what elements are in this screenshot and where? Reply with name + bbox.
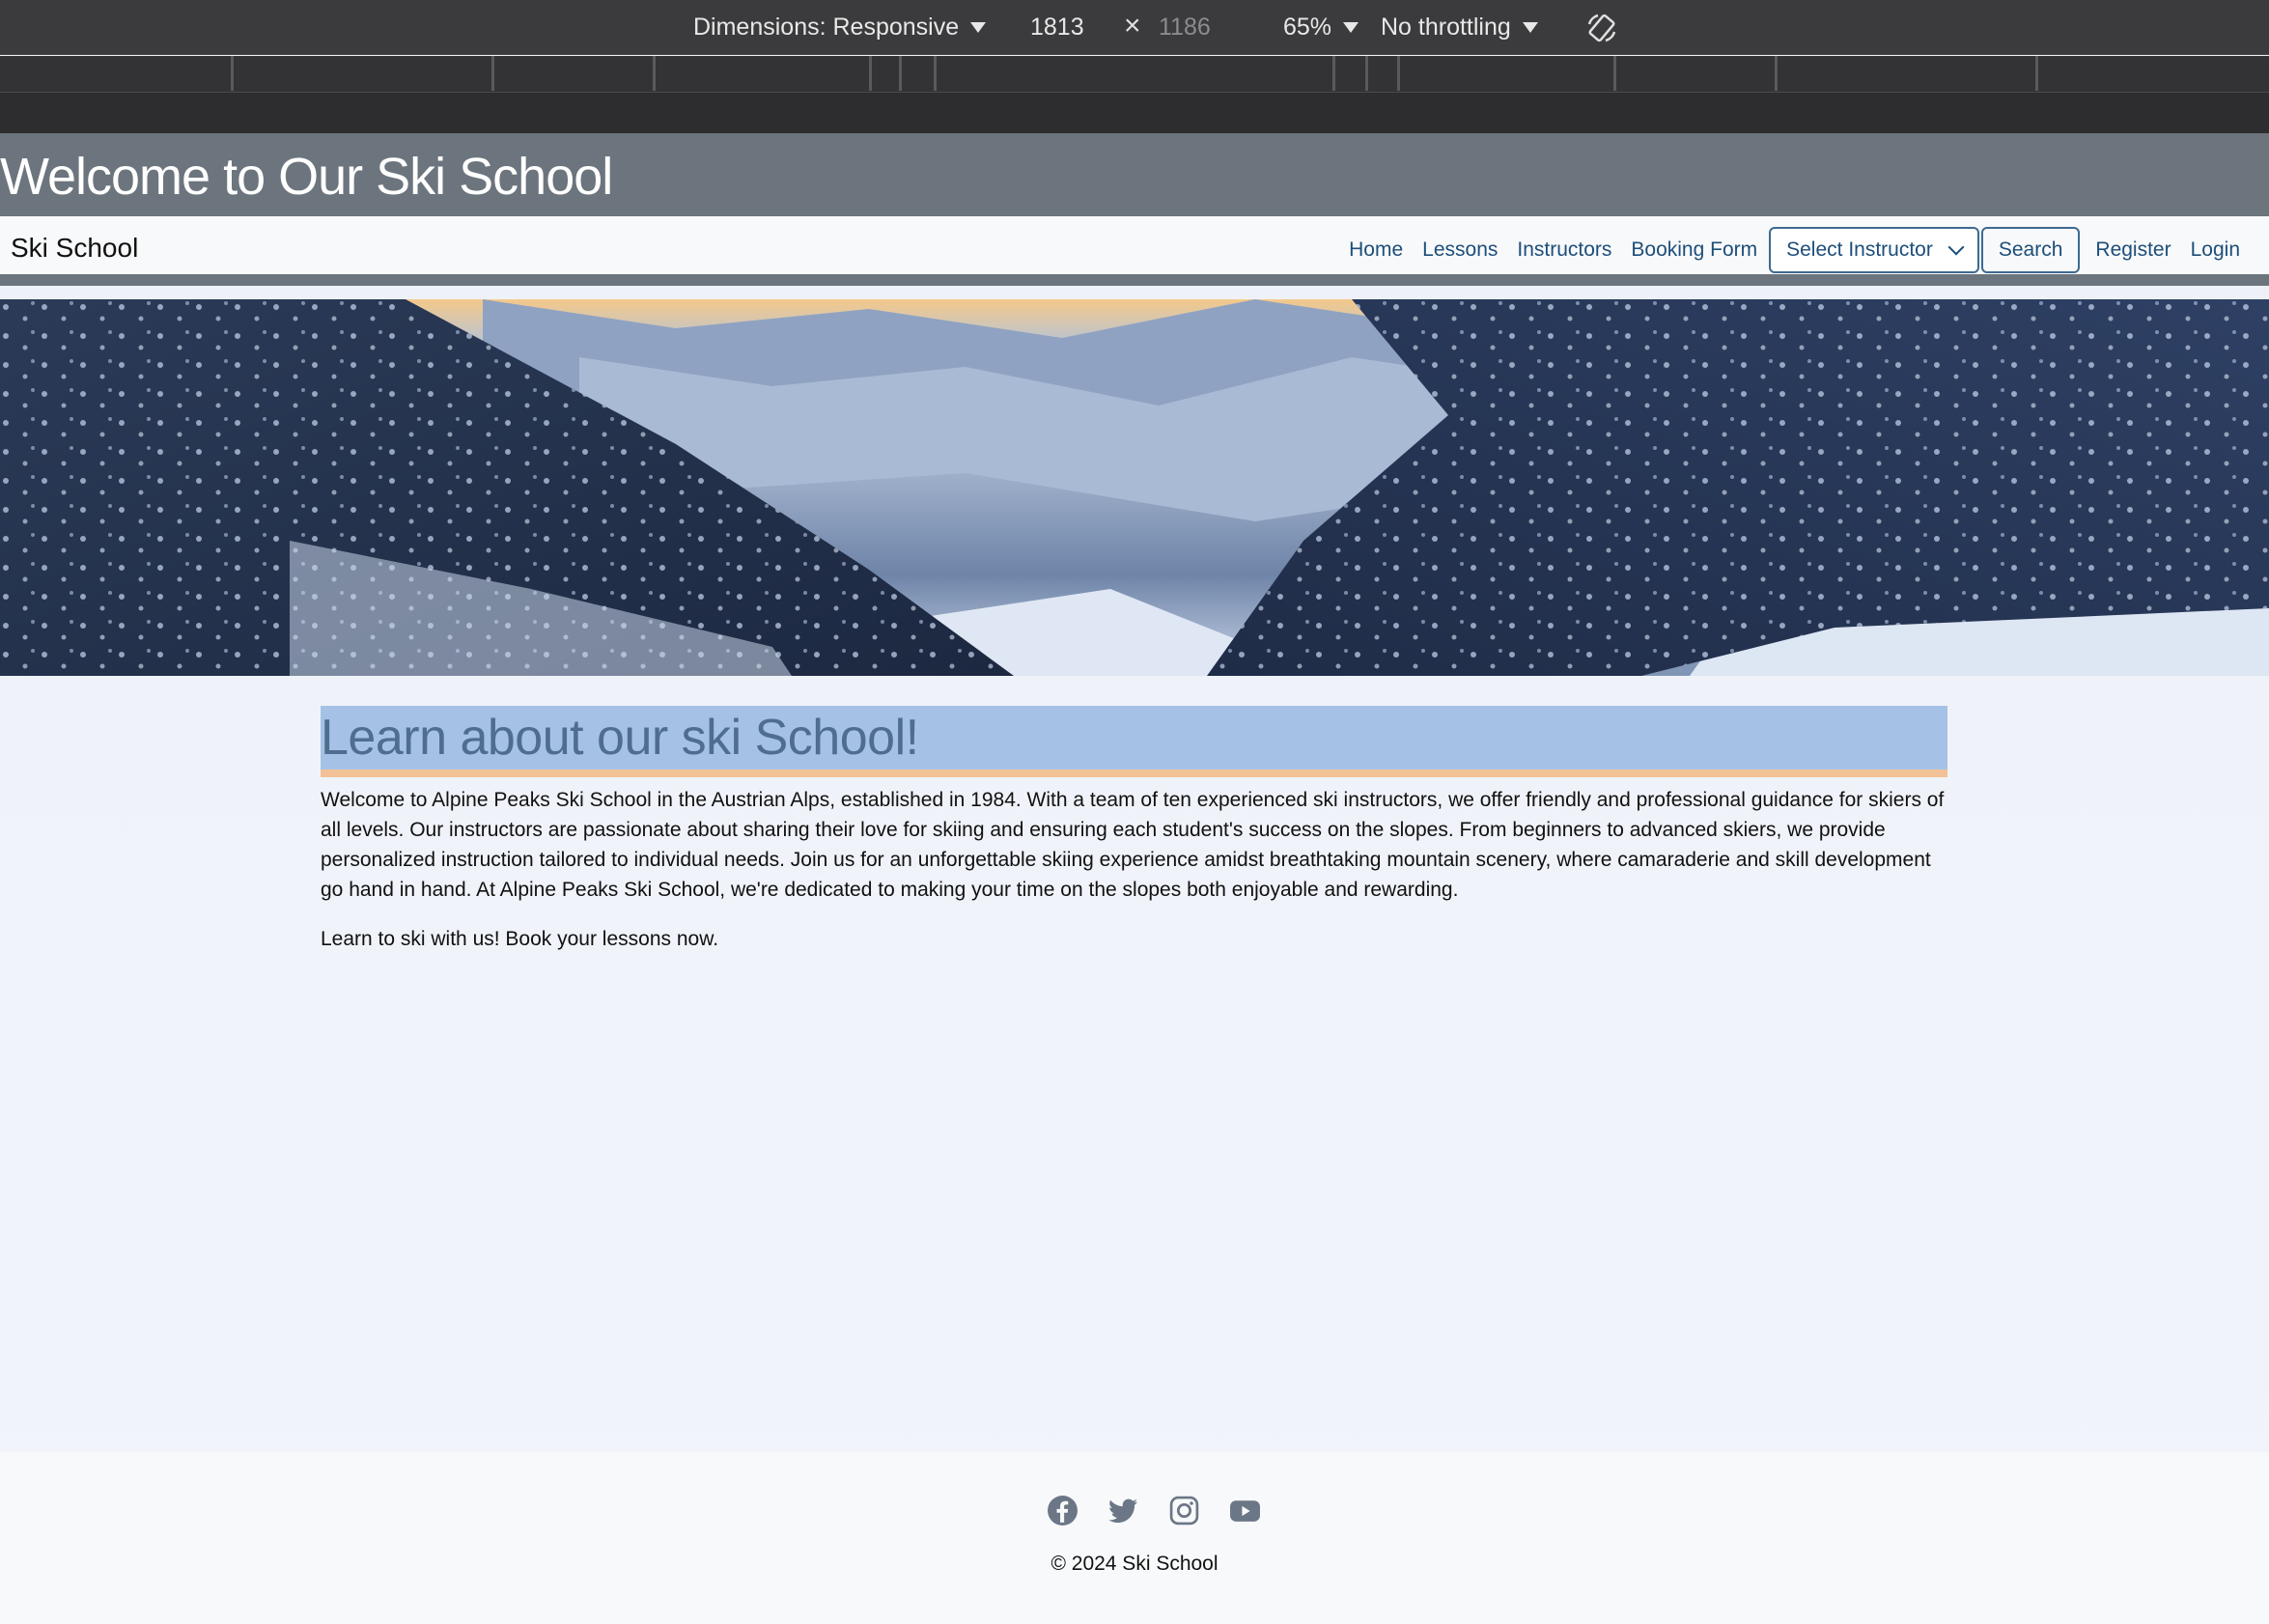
zoom-label: 65% (1283, 14, 1332, 41)
dimensions-label: Dimensions: Responsive (693, 14, 960, 41)
chevron-down-icon (1947, 238, 1965, 256)
width-value: 1813 (1030, 14, 1084, 41)
footer (0, 1452, 2269, 1624)
nav-link-register[interactable]: Register (2086, 238, 2180, 262)
devtools-gap (0, 93, 2269, 133)
devtools-toolbar: Dimensions: Responsive 1813 × 1186 65% N… (0, 0, 2269, 55)
instagram-icon[interactable] (1168, 1495, 1200, 1526)
zoom-dropdown[interactable]: 65% (1283, 14, 1359, 42)
ruler-tick (1397, 56, 1400, 91)
ruler-tick (231, 56, 234, 91)
copyright: © 2024 Ski School (1050, 1553, 1219, 1575)
twitter-icon[interactable] (1107, 1495, 1139, 1526)
navbar-brand[interactable]: Ski School (11, 233, 138, 264)
navbar: Ski School Home Lessons Instructors Book… (0, 216, 2269, 286)
caret-down-icon (970, 22, 987, 33)
nav-link-home[interactable]: Home (1339, 238, 1413, 262)
ruler-tick (491, 56, 494, 91)
height-input[interactable]: 1186 (1159, 14, 1211, 42)
caret-down-icon (1522, 22, 1538, 33)
height-value: 1186 (1159, 14, 1211, 41)
nav-links: Home Lessons Instructors Booking Form Se… (1339, 226, 2250, 274)
ruler-tick (1365, 56, 1368, 91)
nav-link-lessons[interactable]: Lessons (1413, 238, 1507, 262)
about-intro: Welcome to Alpine Peaks Ski School in th… (321, 789, 1945, 901)
ruler-tick (899, 56, 902, 91)
social-links (1047, 1495, 1261, 1526)
ruler-tick (1613, 56, 1616, 91)
welcome-banner: Welcome to Our Ski School (0, 133, 2269, 216)
ruler-tick (1332, 56, 1335, 91)
page-viewport: Welcome to Our Ski School Ski School Hom… (0, 133, 2269, 1624)
times-icon: × (1124, 10, 1141, 42)
about-cta: Learn to ski with us! Book your lessons … (321, 928, 719, 950)
nav-link-instructors[interactable]: Instructors (1507, 238, 1621, 262)
about-heading: Learn about our ski School! (321, 706, 1947, 777)
devtools-media-ruler (0, 56, 2269, 93)
width-input[interactable]: 1813 (1030, 14, 1084, 42)
youtube-icon[interactable] (1229, 1495, 1261, 1526)
ruler-tick (1775, 56, 1778, 91)
ruler-tick (653, 56, 656, 91)
page-title: Welcome to Our Ski School (0, 148, 613, 206)
hero-image (0, 299, 2269, 676)
caret-down-icon (1343, 22, 1359, 33)
instructor-select-label: Select Instructor (1786, 238, 1933, 261)
facebook-icon[interactable] (1047, 1495, 1078, 1526)
nav-link-login[interactable]: Login (2181, 238, 2250, 262)
nav-link-booking-form[interactable]: Booking Form (1621, 238, 1767, 262)
ruler-tick (2035, 56, 2038, 91)
throttling-label: No throttling (1381, 14, 1511, 41)
instructor-select[interactable]: Select Instructor (1769, 227, 1979, 273)
ruler-tick (869, 56, 872, 91)
throttling-dropdown[interactable]: No throttling (1381, 14, 1538, 42)
about-section: Learn about our ski School! Welcome to A… (321, 706, 1947, 954)
dimensions-dropdown[interactable]: Dimensions: Responsive (693, 14, 987, 42)
rotate-icon[interactable] (1584, 11, 1619, 45)
search-button[interactable]: Search (1980, 227, 2081, 273)
ruler-tick (934, 56, 937, 91)
